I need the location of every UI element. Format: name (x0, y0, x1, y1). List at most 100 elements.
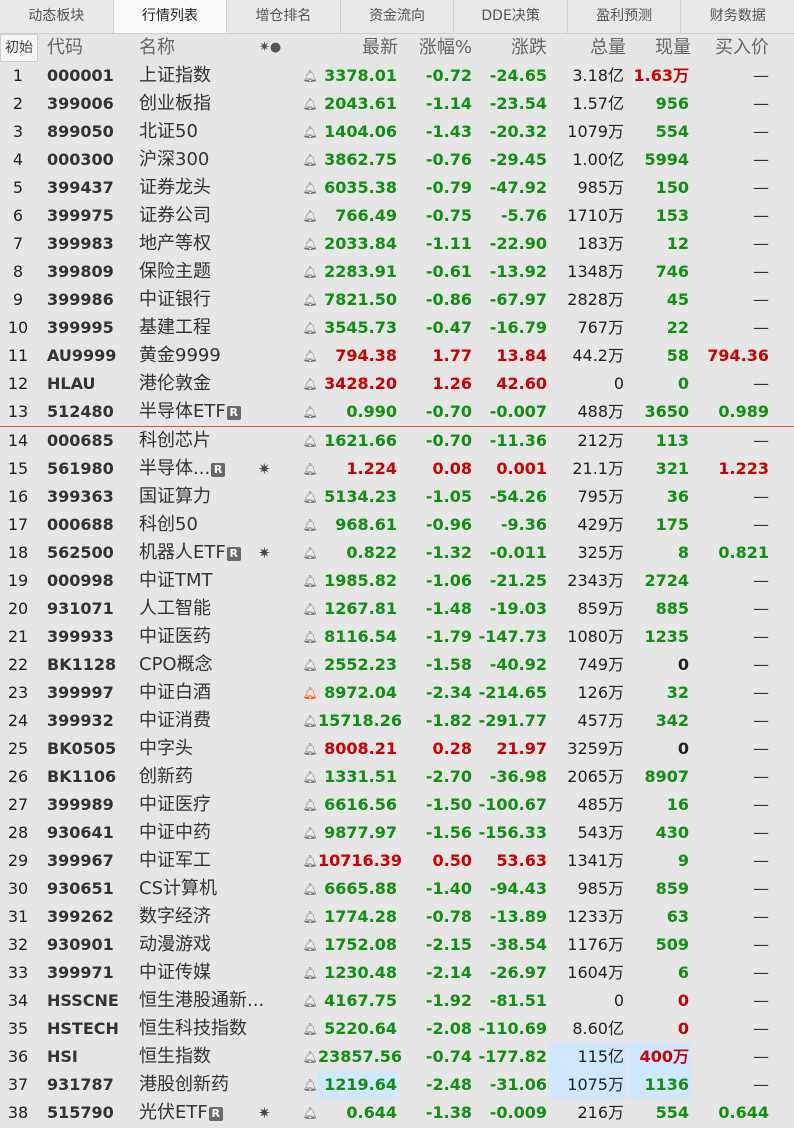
bell-icon[interactable]: 🔔︎ (302, 959, 318, 987)
bell-icon[interactable]: 🔔︎ (302, 286, 318, 314)
col-header-name[interactable]: 名称 (139, 34, 175, 62)
bell-icon[interactable]: 🔔︎ (302, 427, 318, 455)
table-row[interactable]: 34 HSSCNE 恒生港股通新... 🔔︎ 4167.75 -1.92 -81.51 0 0 — (0, 987, 794, 1015)
bell-icon[interactable]: 🔔︎ (302, 1015, 318, 1043)
table-row[interactable]: 25 BK0505 中字头 🔔︎ 8008.21 0.28 21.97 3259万 0 — (0, 735, 794, 763)
table-row[interactable]: 8 399809 保险主题 🔔︎ 2283.91 -0.61 -13.92 1348万 746 — (0, 258, 794, 286)
change-value: -36.98 (489, 767, 547, 786)
table-row[interactable]: 9 399986 中证银行 🔔︎ 7821.50 -0.86 -67.97 2828万 45 — (0, 286, 794, 314)
bell-icon[interactable]: 🔔︎ (302, 1071, 318, 1099)
change-percent: -2.15 (425, 935, 472, 954)
bell-icon[interactable]: 🔔︎ (302, 651, 318, 679)
bell-icon[interactable]: 🔔︎ (302, 258, 318, 286)
bell-icon[interactable]: 🔔︎ (302, 623, 318, 651)
col-header-pct[interactable]: 涨幅% (402, 34, 472, 62)
bell-icon[interactable]: 🔔︎ (302, 230, 318, 258)
table-row[interactable]: 13 512480 半导体ETF R 🔔︎ 0.990 -0.70 -0.007 488万 365… (0, 398, 794, 426)
row-index: 20 (7, 599, 29, 618)
table-row[interactable]: 3 899050 北证50 🔔︎ 1404.06 -1.43 -20.32 1079万 554 — (0, 118, 794, 146)
bell-icon[interactable]: 🔔︎ (302, 314, 318, 342)
bell-icon[interactable]: 🔔︎ (302, 483, 318, 511)
table-row[interactable]: 10 399995 基建工程 🔔︎ 3545.73 -0.47 -16.79 767万 22 — (0, 314, 794, 342)
bell-icon[interactable]: 🔔︎ (302, 174, 318, 202)
table-row[interactable]: 38 515790 光伏ETF R ✷ 🔔︎ 0.644 -1.38 -0.009 216万 554… (0, 1099, 794, 1127)
bell-icon[interactable]: 🔔︎ (302, 539, 318, 567)
col-header-vol[interactable]: 总量 (549, 34, 626, 62)
table-row[interactable]: 7 399983 地产等权 🔔︎ 2033.84 -1.11 -22.90 183万 12 — (0, 230, 794, 258)
tab-1[interactable]: 行情列表 (113, 0, 228, 33)
bell-icon[interactable]: 🔔︎ (302, 370, 318, 398)
bell-icon[interactable]: 🔔︎ (302, 455, 318, 483)
bell-icon[interactable]: 🔔︎ (302, 511, 318, 539)
bell-icon[interactable]: 🔔︎ (302, 763, 318, 791)
table-row[interactable]: 32 930901 动漫游戏 🔔︎ 1752.08 -2.15 -38.54 1176万 509… (0, 931, 794, 959)
total-volume: 795万 (577, 487, 624, 506)
bell-icon[interactable]: 🔔︎ (302, 398, 318, 426)
table-row[interactable]: 35 HSTECH 恒生科技指数 🔔︎ 5220.64 -2.08 -110.69 8.60亿… (0, 1015, 794, 1043)
bell-icon[interactable]: 🔔︎ (302, 903, 318, 931)
bell-icon[interactable]: 🔔︎ (302, 1099, 318, 1127)
tab-5[interactable]: 盈利预测 (568, 0, 682, 33)
tab-6[interactable]: 财务数据 (681, 0, 794, 33)
bell-icon[interactable]: 🔔︎ (302, 595, 318, 623)
table-row[interactable]: 14 000685 科创芯片 🔔︎ 1621.66 -0.70 -11.36 212万 113 — (0, 427, 794, 455)
col-header-bid[interactable]: 买入价 (693, 34, 769, 62)
table-row[interactable]: 21 399933 中证医药 🔔︎ 8116.54 -1.79 -147.73 1080万 12… (0, 623, 794, 651)
table-row[interactable]: 6 399975 证券公司 🔔︎ 766.49 -0.75 -5.76 1710万 153 — (0, 202, 794, 230)
bell-icon[interactable]: 🔔︎ (302, 567, 318, 595)
bell-icon[interactable]: 🔔︎ (302, 62, 318, 90)
table-row[interactable]: 19 000998 中证TMT 🔔︎ 1985.82 -1.06 -21.25 2343万 27… (0, 567, 794, 595)
bell-icon[interactable]: 🔔︎ (302, 90, 318, 118)
table-row[interactable]: 30 930651 CS计算机 🔔︎ 6665.88 -1.40 -94.43 985万 859… (0, 875, 794, 903)
bell-icon[interactable]: 🔔︎ (302, 707, 318, 735)
total-volume: 985万 (577, 178, 624, 197)
bell-icon[interactable]: 🔔︎ (302, 118, 318, 146)
bell-icon[interactable]: 🔔︎ (302, 735, 318, 763)
col-header-cur[interactable]: 现量 (628, 34, 691, 62)
bell-icon[interactable]: 🔔︎ (302, 875, 318, 903)
bell-icon[interactable]: 🔔︎ (302, 342, 318, 370)
table-row[interactable]: 4 000300 沪深300 🔔︎ 3862.75 -0.76 -29.45 1.00亿 599… (0, 146, 794, 174)
bell-icon[interactable]: 🔔︎ (302, 202, 318, 230)
tab-3[interactable]: 资金流向 (341, 0, 455, 33)
bell-icon[interactable]: 🔔︎ (302, 931, 318, 959)
col-header-chg[interactable]: 涨跌 (476, 34, 547, 62)
table-row[interactable]: 24 399932 中证消费 🔔︎ 15718.26 -1.82 -291.77 457万 34… (0, 707, 794, 735)
table-row[interactable]: 31 399262 数字经济 🔔︎ 1774.28 -0.78 -13.89 1233万 63 — (0, 903, 794, 931)
table-row[interactable]: 37 931787 港股创新药 🔔︎ 1219.64 -2.48 -31.06 1075万 11… (0, 1071, 794, 1099)
bell-icon[interactable]: 🔔︎ (302, 679, 318, 707)
table-row[interactable]: 33 399971 中证传媒 🔔︎ 1230.48 -2.14 -26.97 1604万 6 — (0, 959, 794, 987)
bell-icon[interactable]: 🔔︎ (302, 987, 318, 1015)
tab-0[interactable]: 动态板块 (0, 0, 114, 33)
tab-4[interactable]: DDE决策 (454, 0, 568, 33)
table-row[interactable]: 5 399437 证券龙头 🔔︎ 6035.38 -0.79 -47.92 985万 150 — (0, 174, 794, 202)
bell-icon[interactable]: 🔔︎ (302, 847, 318, 875)
bell-icon[interactable]: 🔔︎ (302, 1043, 318, 1071)
table-row[interactable]: 26 BK1106 创新药 🔔︎ 1331.51 -2.70 -36.98 2065万 8907… (0, 763, 794, 791)
table-row[interactable]: 28 930641 中证中药 🔔︎ 9877.97 -1.56 -156.33 543万 430… (0, 819, 794, 847)
security-name-cell: 动漫游戏 (139, 931, 211, 959)
table-row[interactable]: 29 399967 中证军工 🔔︎ 10716.39 0.50 53.63 1341万 9 — (0, 847, 794, 875)
reset-sort-button[interactable]: 初始 (0, 34, 38, 62)
table-row[interactable]: 27 399989 中证医疗 🔔︎ 6616.56 -1.50 -100.67 485万 16 — (0, 791, 794, 819)
tab-2[interactable]: 增仓排名 (227, 0, 341, 33)
table-row[interactable]: 15 561980 半导体... R ✷ 🔔︎ 1.224 0.08 0.001 21.1万 321… (0, 455, 794, 483)
col-header-flags[interactable]: ✷● (259, 34, 281, 62)
col-header-code[interactable]: 代码 (47, 34, 83, 62)
table-row[interactable]: 18 562500 机器人ETF R ✷ 🔔︎ 0.822 -1.32 -0.011 325万 8 0… (0, 539, 794, 567)
bid-price: — (753, 991, 769, 1010)
table-row[interactable]: 2 399006 创业板指 🔔︎ 2043.61 -1.14 -23.54 1.57亿 956 — (0, 90, 794, 118)
bell-icon[interactable]: 🔔︎ (302, 819, 318, 847)
bell-icon[interactable]: 🔔︎ (302, 791, 318, 819)
table-row[interactable]: 17 000688 科创50 🔔︎ 968.61 -0.96 -9.36 429万 175 — (0, 511, 794, 539)
table-row[interactable]: 16 399363 国证算力 🔔︎ 5134.23 -1.05 -54.26 795万 36 — (0, 483, 794, 511)
col-header-last[interactable]: 最新 (318, 34, 398, 62)
table-row[interactable]: 36 HSI 恒生指数 🔔︎ 23857.56 -0.74 -177.82 115亿 400万 — (0, 1043, 794, 1071)
table-row[interactable]: 12 HLAU 港伦敦金 🔔︎ 3428.20 1.26 42.60 0 0 — (0, 370, 794, 398)
table-row[interactable]: 11 AU9999 黄金9999 🔔︎ 794.38 1.77 13.84 44.2万 58 79… (0, 342, 794, 370)
table-row[interactable]: 20 931071 人工智能 🔔︎ 1267.81 -1.48 -19.03 859万 885 — (0, 595, 794, 623)
bell-icon[interactable]: 🔔︎ (302, 146, 318, 174)
table-row[interactable]: 22 BK1128 CPO概念 🔔︎ 2552.23 -1.58 -40.92 749万 0 — (0, 651, 794, 679)
table-row[interactable]: 23 399997 中证白酒 🔔︎ 8972.04 -2.34 -214.65 126万 32 — (0, 679, 794, 707)
table-row[interactable]: 1 000001 上证指数 🔔︎ 3378.01 -0.72 -24.65 3.18亿 1.63… (0, 62, 794, 90)
